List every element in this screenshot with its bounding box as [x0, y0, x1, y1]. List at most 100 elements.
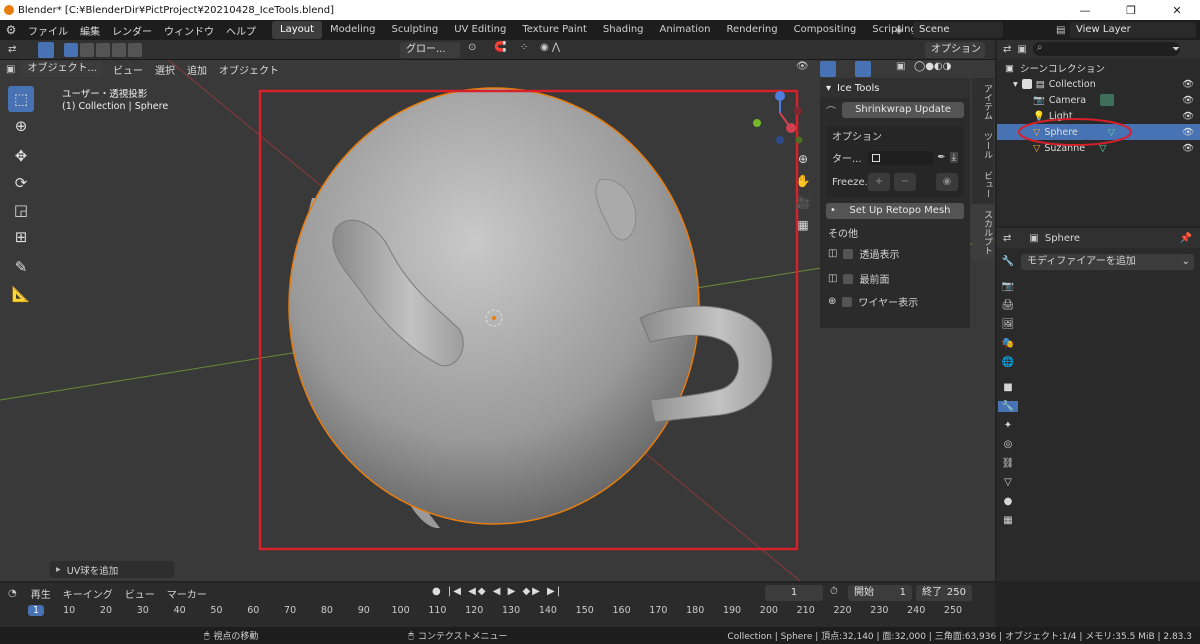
shading-mode-icons[interactable]: ◯●◐◑: [908, 61, 957, 72]
timeline-tick-label: 10: [63, 605, 76, 616]
material-tab-icon[interactable]: ●: [1004, 496, 1013, 507]
scale-tool-icon[interactable]: ◲: [8, 197, 34, 223]
freeze-remove-button[interactable]: −: [894, 173, 916, 191]
tab-rendering[interactable]: Rendering: [719, 21, 786, 39]
tab-sculpt[interactable]: スカルプト: [972, 204, 994, 261]
add-modifier-dropdown[interactable]: モディファイアーを追加 ⌄: [1021, 254, 1194, 270]
tab-item[interactable]: アイテム: [972, 78, 994, 126]
tab-compositing[interactable]: Compositing: [786, 21, 865, 39]
scene-tab-icon[interactable]: 🎭: [1002, 338, 1014, 349]
select-tool-icon[interactable]: ⬚: [8, 86, 34, 112]
pan-hand-icon[interactable]: ✋: [796, 174, 811, 188]
interaction-mode-dropdown[interactable]: オブジェクト...: [21, 61, 103, 77]
tab-tool[interactable]: ツール: [972, 126, 994, 165]
editor-type-icon[interactable]: ⇄: [8, 44, 28, 55]
output-tab-icon[interactable]: 🖨: [1002, 300, 1015, 311]
close-button[interactable]: ✕: [1154, 0, 1200, 20]
tab-uv-editing[interactable]: UV Editing: [446, 21, 514, 39]
last-operator-panel[interactable]: ▸ UV球を追加: [50, 561, 174, 578]
grid-perspective-icon[interactable]: ▦: [797, 218, 808, 232]
tab-texture-paint[interactable]: Texture Paint: [514, 21, 595, 39]
tab-animation[interactable]: Animation: [652, 21, 719, 39]
menu-item-0[interactable]: ファイル: [22, 23, 74, 38]
outliner-item-suzanne[interactable]: ▽ Suzanne ▽ 👁: [997, 140, 1200, 156]
menu-item-3[interactable]: ウィンドウ: [158, 23, 220, 38]
options-dropdown[interactable]: オプション: [925, 42, 985, 58]
view-layer-field[interactable]: View Layer: [1070, 22, 1196, 38]
constraints-tab-icon[interactable]: ⛓: [1002, 458, 1015, 469]
viewport-menu-select[interactable]: 選択: [149, 62, 181, 77]
scene-field[interactable]: Scene: [913, 22, 1003, 38]
tab-view[interactable]: ビュー: [972, 165, 994, 204]
view-layer-tab-icon[interactable]: 🖼: [1002, 319, 1015, 330]
filter-icon[interactable]: ⏷: [1172, 44, 1180, 55]
download-icon[interactable]: ⤓: [949, 152, 958, 163]
object-tab-icon[interactable]: ■: [1003, 382, 1012, 393]
pin-icon[interactable]: 📌: [1180, 233, 1192, 244]
viewport-menu-object[interactable]: オブジェクト: [213, 62, 285, 77]
select-mode-buttons[interactable]: [64, 42, 142, 57]
tab-modeling[interactable]: Modeling: [322, 21, 384, 39]
menu-item-4[interactable]: ヘルプ: [220, 23, 262, 38]
properties-type-icon[interactable]: ⇄: [1003, 233, 1011, 244]
zoom-icon[interactable]: ⊕: [798, 152, 808, 166]
minimize-button[interactable]: —: [1062, 0, 1108, 20]
particles-tab-icon[interactable]: ✦: [1004, 420, 1012, 431]
eyedropper-icon[interactable]: ✒: [937, 152, 945, 163]
front-check-icon: ◫: [828, 273, 838, 284]
gizmo-toggle-icon[interactable]: [820, 61, 836, 77]
cursor-tool-icon[interactable]: ⊕: [8, 113, 34, 139]
wireframe-check-label: ワイヤー表示: [858, 298, 919, 309]
viewport-menu-view[interactable]: ビュー: [107, 62, 149, 77]
scene-icon[interactable]: ◈: [895, 25, 913, 36]
outliner-type-icon[interactable]: ⇄: [1003, 44, 1011, 55]
tab-shading[interactable]: Shading: [595, 21, 652, 39]
outliner-item-light[interactable]: 💡 Light 👁: [997, 108, 1200, 124]
outliner-item-camera[interactable]: 📷 Camera 👁: [997, 92, 1200, 108]
tab-sculpting[interactable]: Sculpting: [384, 21, 447, 39]
shrinkwrap-update-button[interactable]: Shrinkwrap Update: [842, 102, 964, 118]
tool-tab-icon[interactable]: 🔧: [1002, 256, 1014, 267]
freeze-add-button[interactable]: +: [868, 173, 890, 191]
transform-orientation-dropdown[interactable]: グロー...: [400, 42, 460, 58]
annotate-tool-icon[interactable]: ✎: [8, 254, 34, 280]
tab-layout[interactable]: Layout: [272, 21, 322, 39]
display-mode-icon[interactable]: ▣: [1017, 44, 1026, 55]
blender-menu-icon[interactable]: ⚙: [0, 23, 22, 37]
visibility-icon[interactable]: 👁: [790, 61, 815, 72]
world-tab-icon[interactable]: 🌐: [1002, 357, 1014, 368]
xray-checkbox[interactable]: [843, 248, 854, 259]
camera-view-icon[interactable]: 🎥: [796, 196, 811, 210]
sidebar-tabs: アイテム ツール ビュー スカルプト: [972, 78, 994, 261]
proportional-edit-icon[interactable]: ◉ ⋀: [540, 42, 560, 53]
modifier-tab-icon[interactable]: 🔧: [998, 401, 1018, 412]
move-tool-icon[interactable]: ✥: [8, 143, 34, 169]
snap-icon[interactable]: 🧲: [494, 42, 506, 53]
data-tab-icon[interactable]: ▽: [1004, 477, 1012, 488]
rotate-tool-icon[interactable]: ⟳: [8, 170, 34, 196]
set-up-retopo-mesh-button[interactable]: • Set Up Retopo Mesh: [826, 203, 964, 219]
snap-target-icon[interactable]: ⁘: [520, 42, 528, 53]
timeline-tick-label: 100: [391, 605, 410, 616]
menu-item-2[interactable]: レンダー: [106, 23, 158, 38]
menu-item-1[interactable]: 編集: [74, 23, 106, 38]
maximize-button[interactable]: ❐: [1108, 0, 1154, 20]
render-tab-icon[interactable]: 📷: [1002, 281, 1014, 292]
texture-tab-icon[interactable]: ▦: [1003, 515, 1012, 526]
pivot-icon[interactable]: ⊙: [468, 42, 476, 53]
front-checkbox[interactable]: [843, 273, 854, 284]
collection-row[interactable]: ▾ ▤ Collection 👁: [997, 76, 1200, 92]
measure-tool-icon[interactable]: 📐: [8, 281, 34, 307]
scene-collection-row[interactable]: ▣ シーンコレクション: [997, 60, 1200, 76]
wireframe-checkbox[interactable]: [842, 296, 853, 307]
outliner-item-sphere[interactable]: ▽ Sphere ▽ 👁: [997, 124, 1200, 140]
viewport-menu-add[interactable]: 追加: [181, 62, 213, 77]
select-box-icon[interactable]: [38, 41, 54, 58]
ice-tools-header[interactable]: ▾ Ice Tools: [820, 78, 970, 98]
transform-tool-icon[interactable]: ⊞: [8, 224, 34, 250]
target-field[interactable]: [868, 150, 934, 165]
physics-tab-icon[interactable]: ◎: [1004, 439, 1013, 450]
overlay-toggle-icon[interactable]: [855, 61, 871, 77]
freeze-visibility-icon[interactable]: ◉: [936, 173, 958, 191]
outliner-search-input[interactable]: ⌕: [1032, 42, 1180, 56]
